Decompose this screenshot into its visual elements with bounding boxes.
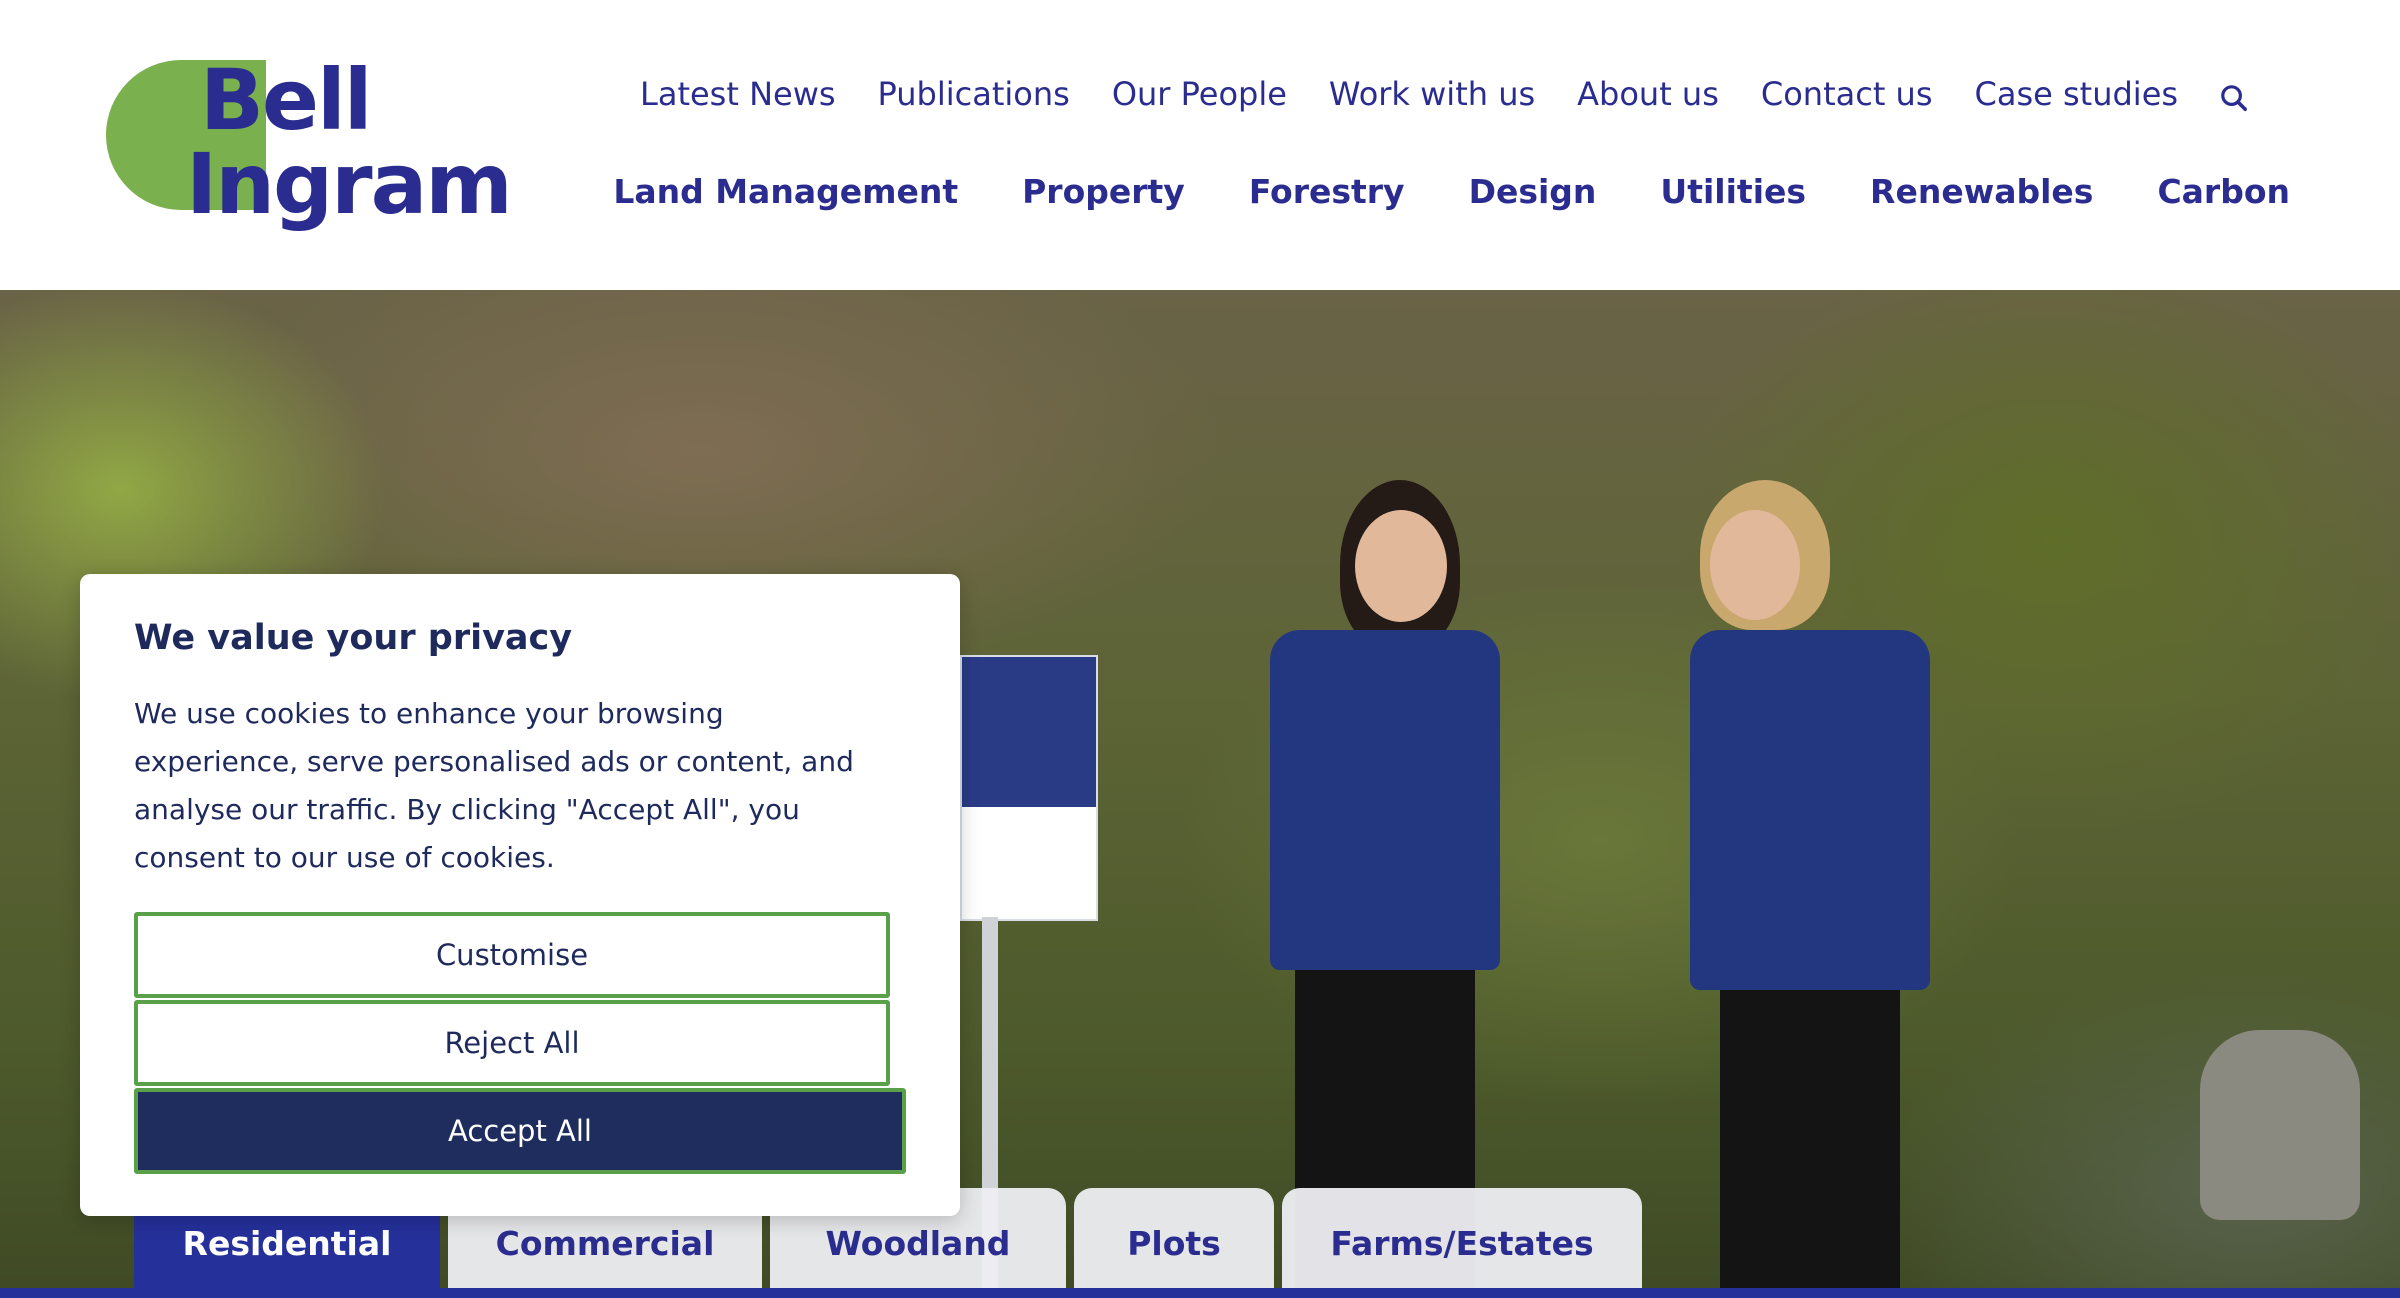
nav-utilities[interactable]: Utilities <box>1660 172 1806 211</box>
main-nav: Land Management Property Forestry Design… <box>600 172 2290 211</box>
search-icon[interactable] <box>2218 78 2250 118</box>
tab-farms-estates[interactable]: Farms/Estates <box>1282 1188 1642 1298</box>
customise-button[interactable]: Customise <box>134 912 890 998</box>
nav-renewables[interactable]: Renewables <box>1870 172 2093 211</box>
nav-property[interactable]: Property <box>1022 172 1185 211</box>
accept-all-button[interactable]: Accept All <box>134 1088 906 1174</box>
site-header: Bell Ingram Latest News Publications Our… <box>0 0 2400 290</box>
person-left-vest <box>1270 630 1500 970</box>
nav-about-us[interactable]: About us <box>1577 75 1719 113</box>
person-right-vest <box>1690 630 1930 990</box>
person-right <box>1650 480 1990 1298</box>
nav-land-management[interactable]: Land Management <box>613 172 958 211</box>
sign-panel <box>962 657 1096 807</box>
cookie-title: We value your privacy <box>134 618 573 658</box>
logo-wordmark: Bell Ingram <box>186 51 513 233</box>
nav-our-people[interactable]: Our People <box>1112 75 1287 113</box>
bell-ingram-logo[interactable]: Bell Ingram <box>106 58 526 238</box>
logo-line-2: Ingram <box>186 135 513 233</box>
person-left <box>1210 480 1570 1298</box>
reject-all-button[interactable]: Reject All <box>134 1000 890 1086</box>
company-sign <box>960 655 1098 921</box>
tab-plots[interactable]: Plots <box>1074 1188 1274 1298</box>
cookie-description: We use cookies to enhance your browsing … <box>134 697 854 874</box>
nav-carbon[interactable]: Carbon <box>2157 172 2290 211</box>
top-nav: Latest News Publications Our People Work… <box>640 70 2250 118</box>
cookie-consent-dialog: We value your privacy We use cookies to … <box>80 574 960 1216</box>
person-left-face <box>1355 510 1447 622</box>
tab-underline <box>0 1288 2400 1298</box>
nav-latest-news[interactable]: Latest News <box>640 75 836 113</box>
nav-contact-us[interactable]: Contact us <box>1761 75 1933 113</box>
nav-case-studies[interactable]: Case studies <box>1975 75 2179 113</box>
nav-forestry[interactable]: Forestry <box>1249 172 1405 211</box>
person-right-face <box>1710 510 1800 620</box>
logo-line-1: Bell <box>200 51 373 149</box>
nav-publications[interactable]: Publications <box>878 75 1070 113</box>
nav-work-with-us[interactable]: Work with us <box>1329 75 1535 113</box>
standing-stone <box>2200 1030 2360 1220</box>
nav-design[interactable]: Design <box>1469 172 1597 211</box>
person-right-legs <box>1720 990 1900 1298</box>
